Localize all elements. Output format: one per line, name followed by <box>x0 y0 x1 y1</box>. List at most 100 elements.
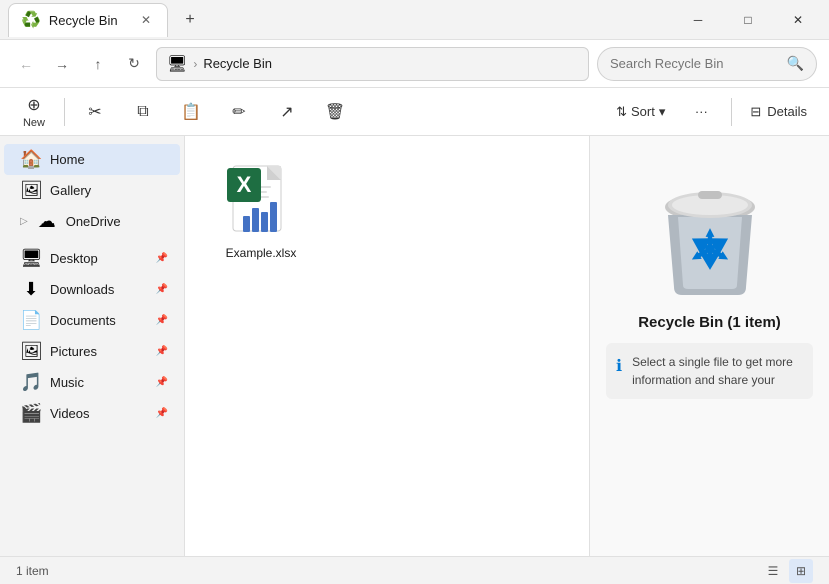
copy-button[interactable]: ⧉ <box>121 92 165 132</box>
onedrive-icon: ☁ <box>36 211 58 232</box>
sidebar-music-label: Music <box>50 375 148 390</box>
desktop-icon: 🖥 <box>20 248 42 269</box>
search-box[interactable]: 🔍 <box>597 47 817 81</box>
sidebar-item-music[interactable]: 🎵 Music 📌 <box>4 367 180 398</box>
detail-title: Recycle Bin (1 item) <box>638 314 781 331</box>
sidebar-item-home[interactable]: 🏠 Home <box>4 144 180 175</box>
home-icon: 🏠 <box>20 149 42 170</box>
main-layout: 🏠 Home 🖼 Gallery ▷ ☁ OneDrive 🖥 Desktop … <box>0 136 829 556</box>
pictures-icon: 🖼 <box>20 341 42 362</box>
recycle-bin-svg <box>660 177 760 297</box>
view-toggles: ☰ ⊞ <box>761 559 813 583</box>
sidebar-item-desktop[interactable]: 🖥 Desktop 📌 <box>4 243 180 274</box>
maximize-button[interactable]: □ <box>725 4 771 36</box>
gallery-icon: 🖼 <box>20 180 42 201</box>
sidebar-pictures-label: Pictures <box>50 344 148 359</box>
rename-icon: ✏ <box>232 102 245 122</box>
info-icon: ℹ <box>616 355 622 379</box>
details-panel: Recycle Bin (1 item) ℹ Select a single f… <box>589 136 829 556</box>
more-button[interactable]: ··· <box>679 92 723 132</box>
delete-icon: 🗑 <box>325 102 345 122</box>
music-pin-icon: 📌 <box>156 377 168 388</box>
grid-view-button[interactable]: ⊞ <box>789 559 813 583</box>
sidebar-documents-label: Documents <box>50 313 148 328</box>
documents-icon: 📄 <box>20 310 42 331</box>
file-icon-container: X <box>221 160 301 240</box>
recycle-bin-graphic <box>655 172 765 302</box>
videos-icon: 🎬 <box>20 403 42 424</box>
sidebar-item-downloads[interactable]: ⬇ Downloads 📌 <box>4 274 180 305</box>
details-button[interactable]: ⊟ Details <box>740 92 817 132</box>
downloads-pin-icon: 📌 <box>156 284 168 295</box>
sidebar-item-pictures[interactable]: 🖼 Pictures 📌 <box>4 336 180 367</box>
tab-area: ♻️ Recycle Bin ✕ + <box>8 3 675 37</box>
new-button[interactable]: ⊕ New <box>12 92 56 132</box>
copy-icon: ⧉ <box>137 103 148 121</box>
detail-info: ℹ Select a single file to get more infor… <box>606 343 813 399</box>
sidebar-gallery-label: Gallery <box>50 183 168 198</box>
file-list: X Example.xlsx <box>185 136 589 556</box>
address-box[interactable]: 🖥 › Recycle Bin <box>156 47 589 81</box>
toolbar-separator-1 <box>64 98 65 126</box>
expand-icon: ▷ <box>20 216 28 227</box>
sidebar-downloads-label: Downloads <box>50 282 148 297</box>
tab-recycle-bin[interactable]: ♻️ Recycle Bin ✕ <box>8 3 168 37</box>
videos-pin-icon: 📌 <box>156 408 168 419</box>
new-tab-button[interactable]: + <box>176 6 204 34</box>
search-icon: 🔍 <box>787 55 804 72</box>
minimize-button[interactable]: ─ <box>675 4 721 36</box>
share-button[interactable]: ↗ <box>265 92 309 132</box>
sidebar-onedrive-label: OneDrive <box>66 214 168 229</box>
up-button[interactable]: ↑ <box>84 50 112 78</box>
rename-button[interactable]: ✏ <box>217 92 261 132</box>
monitor-icon: 🖥 <box>167 54 187 74</box>
tab-title: Recycle Bin <box>49 13 129 28</box>
sort-icon: ⇅ <box>616 104 627 120</box>
details-label: Details <box>767 104 807 119</box>
statusbar: 1 item ☰ ⊞ <box>0 556 829 584</box>
toolbar-right: ⇅ Sort ▾ ··· ⊟ Details <box>606 92 817 132</box>
sidebar-item-onedrive[interactable]: ▷ ☁ OneDrive <box>4 206 180 237</box>
pictures-pin-icon: 📌 <box>156 346 168 357</box>
address-separator: › <box>193 57 197 71</box>
sidebar: 🏠 Home 🖼 Gallery ▷ ☁ OneDrive 🖥 Desktop … <box>0 136 185 556</box>
paste-button[interactable]: 📋 <box>169 92 213 132</box>
new-icon: ⊕ <box>27 95 40 115</box>
sort-button[interactable]: ⇅ Sort ▾ <box>606 92 675 132</box>
list-view-button[interactable]: ☰ <box>761 559 785 583</box>
details-icon: ⊟ <box>750 104 761 120</box>
address-location: Recycle Bin <box>203 56 272 71</box>
back-button[interactable]: ← <box>12 50 40 78</box>
search-input[interactable] <box>610 56 779 71</box>
toolbar: ⊕ New ✂ ⧉ 📋 ✏ ↗ 🗑 ⇅ Sort ▾ ··· ⊟ Details <box>0 88 829 136</box>
status-item-count: 1 item <box>16 564 49 578</box>
window-controls: ─ □ ✕ <box>675 4 821 36</box>
cut-button[interactable]: ✂ <box>73 92 117 132</box>
downloads-icon: ⬇ <box>20 279 42 300</box>
file-item-example-xlsx[interactable]: X Example.xlsx <box>201 152 321 268</box>
toolbar-separator-2 <box>731 98 732 126</box>
tab-close-button[interactable]: ✕ <box>137 11 155 29</box>
sidebar-item-gallery[interactable]: 🖼 Gallery <box>4 175 180 206</box>
svg-text:X: X <box>237 172 252 197</box>
refresh-button[interactable]: ↻ <box>120 50 148 78</box>
close-button[interactable]: ✕ <box>775 4 821 36</box>
delete-button[interactable]: 🗑 <box>313 92 357 132</box>
sidebar-item-documents[interactable]: 📄 Documents 📌 <box>4 305 180 336</box>
file-name: Example.xlsx <box>226 246 297 260</box>
addressbar: ← → ↑ ↻ 🖥 › Recycle Bin 🔍 <box>0 40 829 88</box>
detail-info-text: Select a single file to get more informa… <box>632 353 803 389</box>
sidebar-desktop-label: Desktop <box>50 251 148 266</box>
new-label: New <box>23 117 45 129</box>
sidebar-item-videos[interactable]: 🎬 Videos 📌 <box>4 398 180 429</box>
paste-icon: 📋 <box>181 102 201 122</box>
excel-file-icon: X <box>221 160 301 240</box>
forward-button[interactable]: → <box>48 50 76 78</box>
desktop-pin-icon: 📌 <box>156 253 168 264</box>
share-icon: ↗ <box>280 102 293 122</box>
sort-chevron: ▾ <box>659 104 666 120</box>
titlebar: ♻️ Recycle Bin ✕ + ─ □ ✕ <box>0 0 829 40</box>
sidebar-videos-label: Videos <box>50 406 148 421</box>
sort-label: Sort <box>631 104 655 119</box>
content-area: X Example.xlsx <box>185 136 829 556</box>
